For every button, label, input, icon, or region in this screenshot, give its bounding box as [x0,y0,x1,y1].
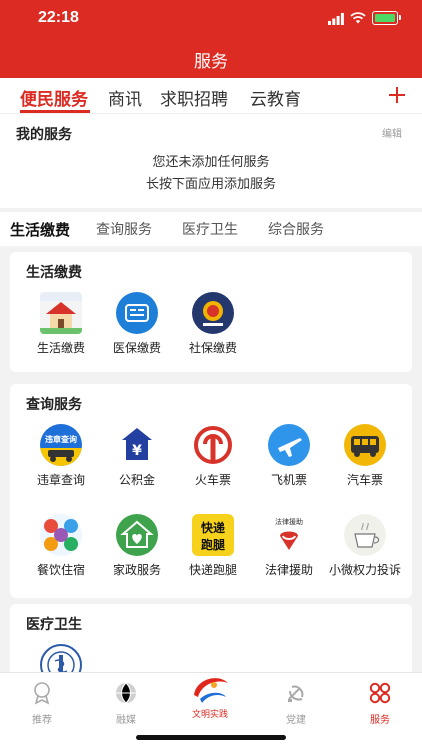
service-housing-fund[interactable]: ¥ 公积金 [94,424,180,488]
bottom-tab-bar: 推荐 融媒 文明实践 党建 服务 [0,672,422,750]
service-label: 医保缴费 [112,341,161,355]
section-title: 医疗卫生 [26,617,82,633]
service-micro-power-complaint[interactable]: 小微权力投诉 [322,514,408,578]
section-title: 查询服务 [26,397,82,413]
service-medical-insurance[interactable]: 医保缴费 [94,292,180,356]
services-grid-icon [369,682,391,704]
housing-fund-icon: ¥ [116,424,158,466]
service-label: 快递跑腿 [188,563,237,577]
my-services-panel: 我的服务 编辑 您还未添加任何服务 长按下面应用添加服务 [0,114,422,208]
service-life-payment[interactable]: 生活缴费 [18,292,104,356]
service-violation-query[interactable]: 违章查询 违章查询 [18,424,104,488]
service-bus-ticket[interactable]: 汽车票 [322,424,408,488]
service-label: 违章查询 [36,473,85,487]
cat-tab-medical[interactable]: 医疗卫生 [182,219,238,239]
service-train-ticket[interactable]: 火车票 [170,424,256,488]
civilization-practice-logo-icon [194,678,228,703]
service-label: 法律援助 [264,563,313,577]
service-label: 社保缴费 [188,341,237,355]
railway-logo-icon [192,424,234,466]
express-icon: 快递 跑腿 [192,514,234,556]
life-payment-card: 生活缴费 生活缴费 医保缴费 社保缴费 [10,252,412,372]
add-tab-button[interactable] [384,82,410,108]
medical-insurance-icon [116,292,158,334]
tab-business[interactable]: 商讯 [108,85,142,110]
service-social-insurance[interactable]: 社保缴费 [170,292,256,356]
wifi-icon [350,12,366,24]
legal-aid-icon: 法律援助 [268,514,310,556]
cat-tab-life-payment[interactable]: 生活缴费 [10,219,70,240]
active-tab-indicator [20,110,90,113]
service-housekeeping[interactable]: 家政服务 [94,514,180,578]
tab-label: 推荐 [32,715,52,726]
tab-party[interactable]: 党建 [266,681,326,726]
service-label: 飞机票 [270,473,307,487]
tab-recommend[interactable]: 推荐 [12,681,72,726]
top-tabs: 便民服务 商讯 求职招聘 云教育 [0,78,422,114]
service-label: 生活缴费 [36,341,85,355]
news-icon [116,682,136,704]
service-flight-ticket[interactable]: 飞机票 [246,424,332,488]
tab-jobs[interactable]: 求职招聘 [160,85,228,110]
service-label: 家政服务 [112,563,161,577]
tab-label: 服务 [370,715,390,726]
empty-message-line1: 您还未添加任何服务 [152,155,270,170]
plus-icon [389,87,405,103]
recommend-icon [34,682,50,705]
tab-civilization[interactable]: 文明实践 [180,673,240,720]
service-label: 餐饮住宿 [36,563,85,577]
section-title: 生活缴费 [26,265,82,281]
car-violation-icon: 违章查询 [40,424,82,466]
query-services-card: 查询服务 违章查询 违章查询 ¥ 公积金 火车票 飞机票 汽车票 餐饮住宿 家政… [10,384,412,598]
icon-text: 跑腿 [200,538,225,552]
tab-label: 融媒 [116,715,136,726]
house-payment-icon [40,292,82,334]
bus-icon [344,424,386,466]
tea-cup-icon [344,514,386,556]
my-services-title: 我的服务 [16,127,72,143]
cellular-signal-icon [328,13,344,25]
status-time: 22:18 [38,9,79,26]
edit-button[interactable]: 编辑 [382,125,402,140]
service-label: 火车票 [194,473,231,487]
service-legal-aid[interactable]: 法律援助 法律援助 [246,514,332,578]
icon-text: 快递 [200,521,225,535]
service-express-errand[interactable]: 快递 跑腿 快递跑腿 [170,514,256,578]
service-label: 汽车票 [346,473,383,487]
category-tabs: 生活缴费 查询服务 医疗卫生 综合服务 [0,212,422,246]
social-insurance-emblem-icon [192,292,234,334]
cat-tab-query[interactable]: 查询服务 [96,219,152,239]
housekeeping-icon [116,514,158,556]
icon-text: 法律援助 [275,518,303,526]
empty-message-line2: 长按下面应用添加服务 [145,177,276,192]
icon-text: 违章查询 [45,435,77,444]
battery-icon [372,11,401,25]
service-dining-lodging[interactable]: 餐饮住宿 [18,514,104,578]
airplane-icon [268,424,310,466]
nav-bar: 服务 [0,40,422,78]
svg-text:¥: ¥ [132,443,142,459]
dining-icon [40,514,82,556]
tab-convenience[interactable]: 便民服务 [20,85,88,110]
home-indicator [136,735,286,740]
party-emblem-icon [288,685,304,702]
page-title: 服务 [194,52,228,72]
status-bar: 22:18 [0,0,422,40]
tab-education[interactable]: 云教育 [250,85,301,110]
service-label: 公积金 [118,473,155,487]
tab-label: 文明实践 [191,710,228,720]
tab-label: 党建 [286,715,306,726]
tab-services[interactable]: 服务 [350,681,410,726]
service-label: 小微权力投诉 [328,563,401,577]
tab-media[interactable]: 融媒 [96,681,156,726]
cat-tab-general[interactable]: 综合服务 [268,219,324,239]
